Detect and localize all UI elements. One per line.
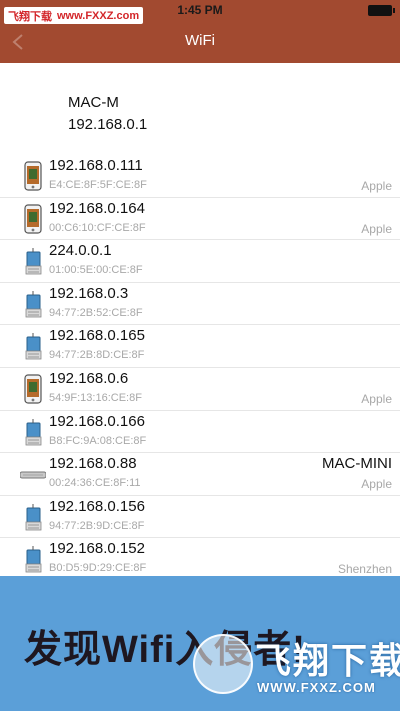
device-ip: 192.168.0.111 [49,157,143,174]
device-ip: 192.168.0.88 [49,455,137,473]
network-device-icon [24,246,42,276]
promo-banner[interactable]: 发现Wifi入侵者! 飞翔下载 WWW.FXXZ.COM [0,576,400,711]
battery-icon [368,5,395,16]
device-mac: 01:00:5E:00:CE:8F [49,264,143,277]
network-device-icon [24,502,42,532]
device-ip: 192.168.0.165 [49,327,145,345]
page-title: WiFi [185,32,215,49]
watermark-logo: 飞翔下载 www.FXXZ.com [4,7,144,24]
device-row[interactable]: 192.168.0.152 B0:D5:9D:29:CE:8F Shenzhen [0,538,400,581]
phone-icon [24,161,42,191]
device-vendor: Apple [361,477,392,492]
device-list: 192.168.0.111 E4:CE:8F:5F:CE:8F Apple 192.1… [0,155,400,581]
watermark-badge: 飞翔下载 WWW.FXXZ.COM [193,632,400,706]
device-vendor: Apple [361,221,392,236]
watermark-small-text: WWW.FXXZ.COM [257,680,376,695]
device-mac: 54:9F:13:16:CE:8F [49,391,142,404]
device-mac: 94:77:2B:9D:CE:8F [49,519,145,532]
device-row[interactable]: 192.168.0.88 00:24:36:CE:8F:11 MAC-MINI App… [0,453,400,496]
device-row[interactable]: 224.0.0.1 01:00:5E:00:CE:8F [0,240,400,283]
device-row[interactable]: 192.168.0.165 94:77:2B:8D:CE:8F [0,325,400,368]
mac-mini-icon [19,459,47,489]
watermark-url: www.FXXZ.com [57,9,140,22]
watermark-big-text: 飞翔下载 [255,640,400,681]
device-row[interactable]: 192.168.0.164 00:C6:10:CF:CE:8F Apple [0,198,400,241]
network-device-icon [24,544,42,574]
device-ip: 192.168.0.156 [49,497,145,515]
device-row[interactable]: 192.168.0.111 E4:CE:8F:5F:CE:8F Apple [0,155,400,198]
device-vendor: Apple [361,391,392,406]
phone-icon [24,374,42,404]
network-device-icon [24,417,42,447]
device-row[interactable]: 192.168.0.3 94:77:2B:52:CE:8F [0,283,400,326]
device-ip: 192.168.0.6 [49,369,129,387]
device-mac: 00:C6:10:CF:CE:8F [49,221,146,234]
device-mac: 00:24:36:CE:8F:11 [49,477,141,490]
current-device: MAC-M 192.168.0.1 [68,92,147,136]
device-ip: 192.168.0.164 [49,199,145,217]
device-ip: 192.168.0.152 [49,540,145,558]
network-device-icon [24,289,42,319]
watermark-logo-icon [193,634,253,694]
current-device-ip: 192.168.0.1 [68,116,148,133]
device-row[interactable]: 192.168.0.156 94:77:2B:9D:CE:8F [0,496,400,539]
device-row[interactable]: 192.168.0.6 54:9F:13:16:CE:8F Apple [0,368,400,411]
device-ip: 192.168.0.3 [49,284,129,302]
device-mac: 94:77:2B:52:CE:8F [49,306,143,319]
phone-icon [24,203,42,234]
device-ip: 192.168.0.166 [49,412,145,430]
device-name: MAC-MINI [322,455,392,473]
device-mac: E4:CE:8F:5F:CE:8F [49,179,147,191]
device-mac: B8:FC:9A:08:CE:8F [49,434,147,447]
watermark-cn: 飞翔下载 [8,10,52,23]
current-device-name: MAC-M [68,94,119,111]
device-vendor: Shenzhen [337,562,392,577]
device-ip: 224.0.0.1 [49,242,112,260]
device-row[interactable]: 192.168.0.166 B8:FC:9A:08:CE:8F [0,411,400,454]
network-device-icon [24,331,42,361]
device-mac: 94:77:2B:8D:CE:8F [49,349,145,362]
device-vendor: Apple [361,179,392,193]
device-mac: B0:D5:9D:29:CE:8F [49,562,147,575]
header-bar: 1:45 PM 飞翔下载 www.FXXZ.com WiFi [0,0,400,63]
